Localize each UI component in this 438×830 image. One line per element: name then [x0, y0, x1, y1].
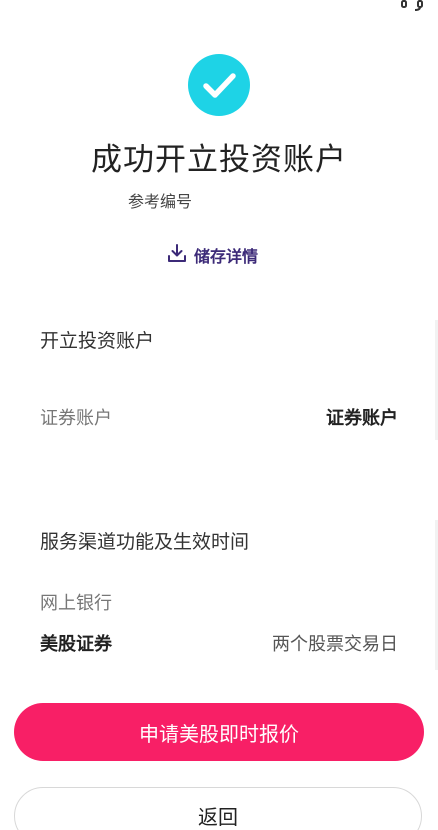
account-opened-page: 成功开立投资账户 参考编号 储存详情 开立投资账户 证券账户 证券账户 服务渠道…: [0, 0, 438, 830]
service-section-title: 服务渠道功能及生效时间: [40, 531, 250, 553]
apply-us-realtime-quote-button[interactable]: 申请美股即时报价: [14, 703, 424, 761]
account-section-title: 开立投资账户: [40, 330, 155, 352]
securities-account-value: 证券账户: [326, 408, 398, 429]
online-banking-label: 网上银行: [40, 593, 112, 614]
reference-number-label: 参考编号: [128, 192, 193, 211]
page-title: 成功开立投资账户: [91, 142, 347, 178]
apply-us-realtime-quote-label: 申请美股即时报价: [139, 723, 299, 746]
download-icon: [166, 242, 188, 268]
effective-time-value: 两个股票交易日: [272, 634, 398, 655]
save-details-label: 储存详情: [194, 247, 259, 266]
us-securities-label: 美股证券: [40, 634, 112, 655]
check-circle-icon: [188, 54, 250, 116]
support-headset-icon[interactable]: [400, 0, 424, 12]
back-button[interactable]: 返回: [14, 787, 422, 830]
save-details-link[interactable]: 储存详情: [166, 243, 258, 267]
securities-account-label: 证券账户: [40, 408, 112, 429]
back-button-label: 返回: [198, 807, 238, 829]
